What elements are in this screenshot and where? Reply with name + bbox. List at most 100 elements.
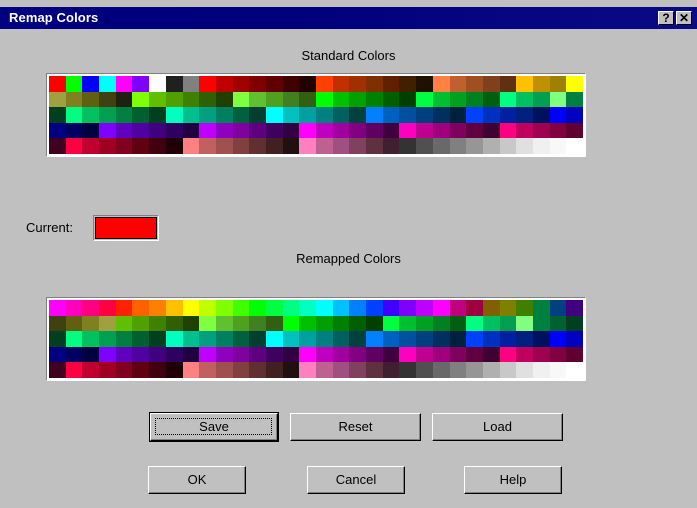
remapped-color-cell[interactable] (149, 300, 166, 316)
standard-color-cell[interactable] (499, 122, 517, 139)
remapped-color-cell[interactable] (482, 331, 500, 347)
standard-color-cell[interactable] (466, 107, 483, 123)
standard-color-cell[interactable] (182, 122, 200, 139)
remapped-color-cell[interactable] (132, 331, 150, 347)
standard-color-cell[interactable] (282, 107, 300, 123)
standard-color-cell[interactable] (115, 91, 133, 108)
remapped-color-cell[interactable] (349, 315, 367, 332)
standard-color-cell[interactable] (532, 138, 550, 154)
standard-color-cell[interactable] (115, 122, 133, 139)
remapped-color-cell[interactable] (99, 346, 116, 363)
remapped-color-cell[interactable] (516, 362, 533, 378)
standard-color-cell[interactable] (366, 91, 383, 108)
remapped-color-cell[interactable] (132, 300, 150, 316)
standard-color-cell[interactable] (449, 138, 467, 154)
remapped-color-cell[interactable] (99, 300, 116, 316)
remapped-color-cell[interactable] (199, 346, 216, 363)
standard-color-cell[interactable] (382, 76, 400, 92)
standard-color-cell[interactable] (466, 91, 483, 108)
remapped-color-cell[interactable] (115, 362, 133, 378)
remapped-color-cell[interactable] (299, 315, 316, 332)
remapped-color-cell[interactable] (99, 362, 116, 378)
standard-color-cell[interactable] (349, 76, 367, 92)
remapped-color-cell[interactable] (82, 331, 100, 347)
standard-color-cell[interactable] (182, 76, 200, 92)
standard-color-cell[interactable] (449, 107, 467, 123)
standard-color-cell[interactable] (215, 91, 233, 108)
remapped-color-cell[interactable] (382, 362, 400, 378)
standard-color-cell[interactable] (549, 76, 567, 92)
remapped-color-cell[interactable] (532, 362, 550, 378)
standard-color-cell[interactable] (399, 122, 417, 139)
standard-color-cell[interactable] (316, 76, 333, 92)
remapped-color-cell[interactable] (49, 331, 66, 347)
standard-color-cell[interactable] (232, 91, 250, 108)
remapped-color-cell[interactable] (482, 346, 500, 363)
standard-color-cell[interactable] (332, 91, 350, 108)
remapped-color-cell[interactable] (282, 315, 300, 332)
remapped-color-cell[interactable] (282, 300, 300, 316)
standard-color-cell[interactable] (482, 76, 500, 92)
standard-color-cell[interactable] (232, 76, 250, 92)
remapped-color-cell[interactable] (332, 300, 350, 316)
standard-color-cell[interactable] (366, 107, 383, 123)
standard-color-cell[interactable] (566, 138, 583, 154)
standard-color-cell[interactable] (132, 91, 150, 108)
remapped-color-cell[interactable] (382, 331, 400, 347)
standard-color-cell[interactable] (566, 91, 583, 108)
remapped-color-cell[interactable] (165, 331, 183, 347)
remapped-color-cell[interactable] (316, 300, 333, 316)
remapped-colors-grid[interactable] (49, 300, 583, 378)
remapped-color-cell[interactable] (316, 331, 333, 347)
standard-color-cell[interactable] (382, 122, 400, 139)
standard-color-cell[interactable] (516, 107, 533, 123)
standard-color-cell[interactable] (115, 138, 133, 154)
remapped-color-cell[interactable] (132, 315, 150, 332)
standard-color-cell[interactable] (532, 107, 550, 123)
remapped-color-cell[interactable] (82, 315, 100, 332)
standard-color-cell[interactable] (399, 138, 417, 154)
remapped-color-cell[interactable] (382, 300, 400, 316)
standard-color-cell[interactable] (199, 91, 216, 108)
remapped-color-cell[interactable] (516, 331, 533, 347)
remapped-color-cell[interactable] (299, 300, 316, 316)
remapped-color-cell[interactable] (265, 315, 283, 332)
standard-color-cell[interactable] (282, 76, 300, 92)
remapped-color-cell[interactable] (416, 315, 433, 332)
remapped-color-cell[interactable] (132, 346, 150, 363)
remapped-color-cell[interactable] (65, 362, 83, 378)
remapped-color-cell[interactable] (449, 315, 467, 332)
load-button[interactable]: Load (432, 413, 563, 441)
standard-color-cell[interactable] (265, 91, 283, 108)
standard-color-cell[interactable] (466, 76, 483, 92)
remapped-color-cell[interactable] (265, 362, 283, 378)
standard-color-cell[interactable] (215, 76, 233, 92)
standard-color-cell[interactable] (549, 91, 567, 108)
remapped-color-cell[interactable] (549, 315, 567, 332)
remapped-color-cell[interactable] (65, 346, 83, 363)
remapped-color-cell[interactable] (366, 331, 383, 347)
remapped-color-cell[interactable] (215, 300, 233, 316)
standard-color-cell[interactable] (449, 91, 467, 108)
remapped-color-cell[interactable] (549, 331, 567, 347)
remapped-color-cell[interactable] (516, 346, 533, 363)
remapped-color-cell[interactable] (232, 346, 250, 363)
remapped-color-cell[interactable] (65, 315, 83, 332)
standard-color-cell[interactable] (249, 107, 266, 123)
remapped-color-cell[interactable] (549, 346, 567, 363)
standard-color-cell[interactable] (199, 76, 216, 92)
standard-color-cell[interactable] (516, 122, 533, 139)
standard-color-cell[interactable] (99, 138, 116, 154)
help-icon[interactable]: ? (658, 11, 674, 25)
remapped-color-cell[interactable] (416, 346, 433, 363)
remapped-color-cell[interactable] (482, 300, 500, 316)
remapped-color-cell[interactable] (232, 331, 250, 347)
standard-color-cell[interactable] (132, 122, 150, 139)
standard-color-cell[interactable] (82, 91, 100, 108)
remapped-color-cell[interactable] (82, 300, 100, 316)
remapped-color-cell[interactable] (99, 331, 116, 347)
remapped-color-cell[interactable] (149, 331, 166, 347)
standard-color-cell[interactable] (182, 138, 200, 154)
remapped-color-cell[interactable] (199, 331, 216, 347)
remapped-color-cell[interactable] (382, 346, 400, 363)
